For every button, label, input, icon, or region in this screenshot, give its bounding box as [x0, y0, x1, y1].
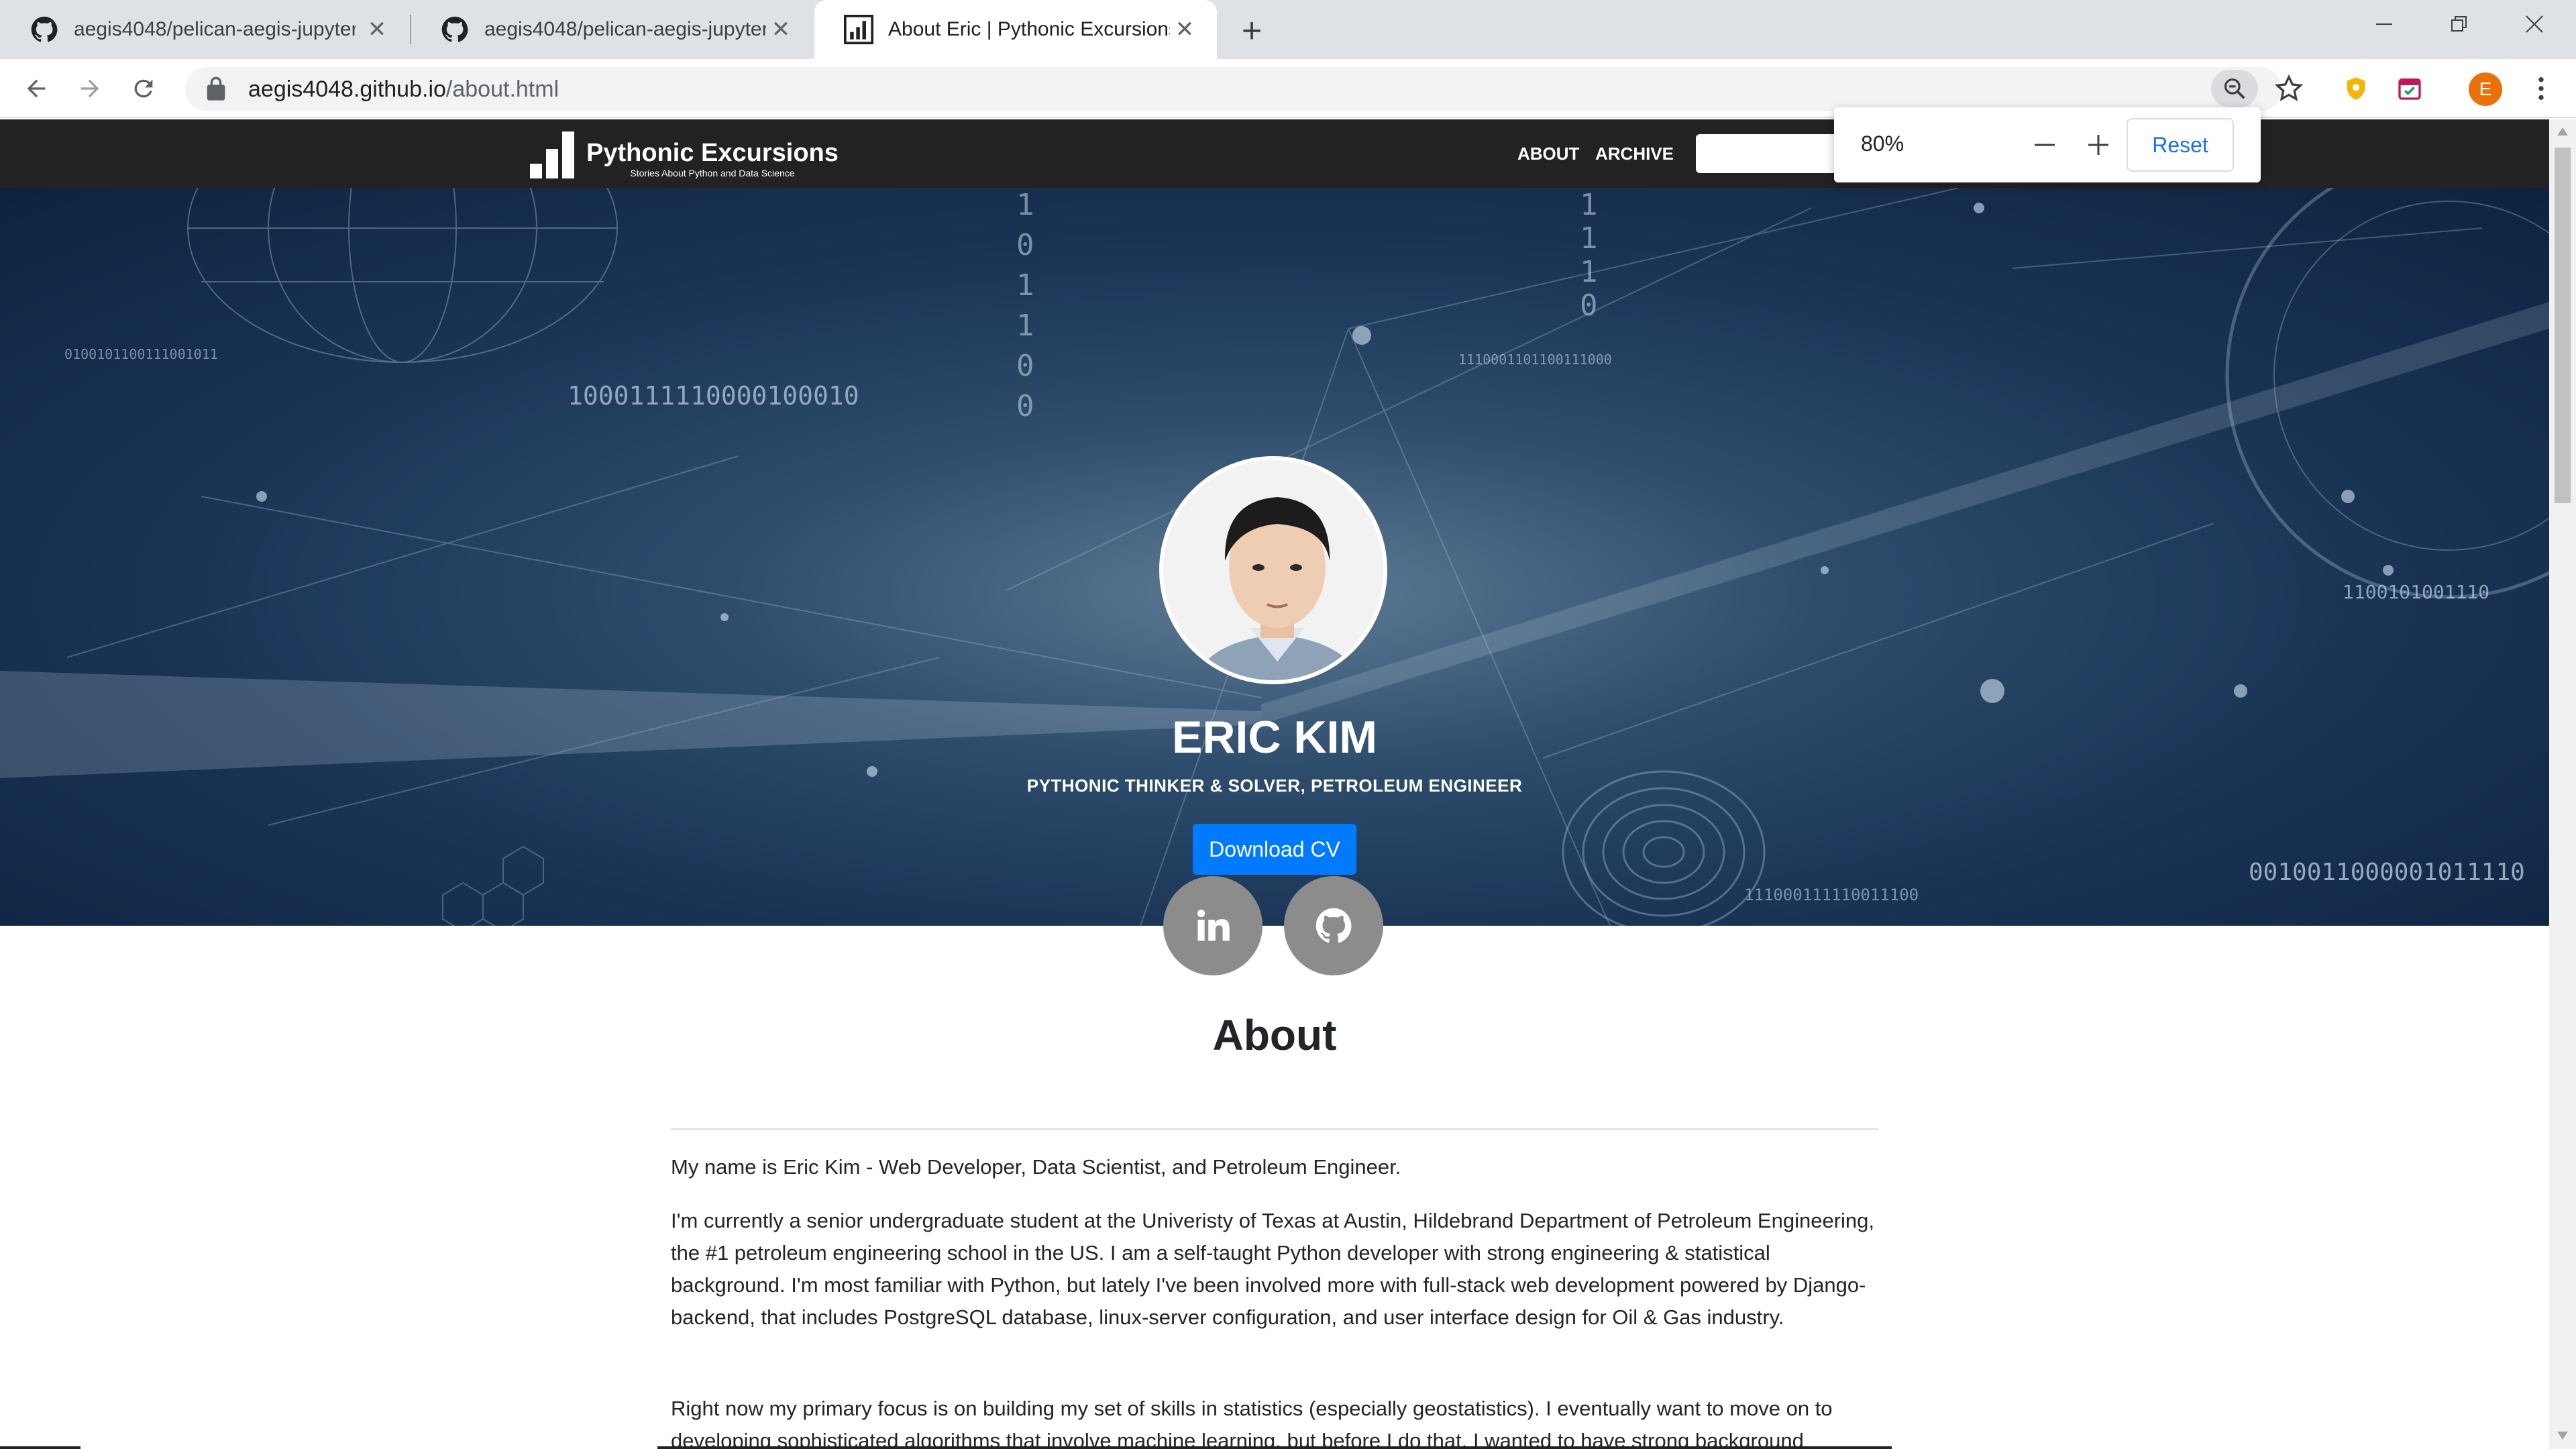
site-brand-link[interactable]: Pythonic Excursions Stories About Python… [530, 129, 839, 178]
about-heading: About [1212, 1011, 1337, 1059]
binary-text: 0100101100111001011 [64, 346, 218, 362]
about-paragraph: My name is Eric Kim - Web Developer, Dat… [671, 1155, 1401, 1179]
reload-button[interactable] [123, 68, 164, 109]
about-paragraph: Right now my primary focus is on buildin… [671, 1397, 1833, 1449]
hero-banner: 101 100 1110 1000111110000100010 0100101… [0, 188, 2549, 926]
zoom-popup: 80% Reset [1834, 107, 2261, 182]
profile-portrait [1159, 456, 1387, 684]
zoom-in-button[interactable] [2077, 123, 2120, 166]
url-text: aegis4048.github.io/about.html [248, 76, 559, 102]
restore-button[interactable] [2418, 0, 2501, 48]
arrow-left-icon [27, 79, 46, 98]
tab-title: aegis4048/pelican-aegis-jupyter- [74, 18, 356, 40]
extension-shield-button[interactable] [2339, 71, 2373, 106]
new-tab-button[interactable]: + [1232, 11, 1272, 51]
github-icon [441, 16, 468, 42]
lock-icon [207, 76, 225, 101]
zoom-indicator-button[interactable] [2211, 70, 2258, 107]
nav-link-about[interactable]: ABOUT [1517, 144, 1579, 164]
svg-text:1: 1 [1016, 268, 1034, 303]
hero-subtitle: PYTHONIC THINKER & SOLVER, PETROLEUM ENG… [1026, 775, 1523, 796]
brand-tagline: Stories About Python and Data Science [630, 168, 795, 178]
close-icon [2526, 15, 2543, 33]
minimize-icon [2376, 23, 2392, 25]
tab-title: About Eric | Pythonic Excursions [888, 18, 1170, 40]
svg-text:1: 1 [1016, 188, 1034, 222]
binary-text: 1000111110000100010 [568, 381, 859, 411]
scroll-down-arrow-icon[interactable] [2557, 1432, 2568, 1440]
svg-text:0: 0 [1580, 288, 1598, 323]
hero-name: ERIC KIM [1172, 712, 1377, 763]
profile-avatar[interactable]: E [2469, 72, 2502, 106]
close-icon[interactable]: ✕ [362, 15, 392, 44]
tab-strip: aegis4048/pelican-aegis-jupyter- ✕ aegis… [0, 0, 2576, 59]
page-scrollbar[interactable] [2549, 119, 2576, 1449]
portrait-illustration [1163, 460, 1383, 680]
bookmark-button[interactable] [2271, 71, 2306, 106]
back-button[interactable] [16, 68, 56, 109]
arrow-right-icon [80, 79, 99, 98]
binary-text: 1110001101100111000 [1458, 352, 1612, 368]
kebab-menu-icon [2538, 77, 2544, 100]
plus-icon [2088, 135, 2108, 155]
svg-text:1: 1 [1580, 255, 1598, 289]
window-close-button[interactable] [2493, 0, 2576, 48]
github-icon [31, 16, 58, 42]
bottom-edge-line [0, 1446, 80, 1449]
brand-logo-icon [530, 129, 574, 178]
browser-menu-button[interactable] [2524, 71, 2559, 106]
svg-text:0: 0 [1016, 228, 1034, 262]
forward-button[interactable] [70, 68, 110, 109]
nav-link-archive[interactable]: ARCHIVE [1595, 144, 1674, 164]
zoom-out-magnifier-icon [2224, 78, 2245, 99]
extension-calendar-button[interactable] [2392, 71, 2427, 106]
svg-text:1: 1 [1016, 309, 1034, 343]
svg-text:1: 1 [1580, 188, 1598, 222]
address-bar[interactable]: aegis4048.github.io/about.html [185, 67, 2282, 111]
svg-text:0: 0 [1016, 389, 1034, 423]
site-favicon-icon [844, 15, 873, 44]
binary-text: 1100101001110 [2343, 581, 2490, 603]
svg-text:0: 0 [1016, 349, 1034, 383]
brand-name: Pythonic Excursions [586, 139, 839, 167]
star-icon [2274, 74, 2304, 101]
reload-icon [134, 79, 153, 98]
section-divider [671, 1128, 1878, 1130]
scroll-up-arrow-icon[interactable] [2557, 127, 2568, 136]
minimize-button[interactable] [2343, 0, 2426, 48]
binary-text: 0010011000001011110 [2249, 859, 2525, 886]
zoom-out-button[interactable] [2023, 123, 2066, 166]
scrollbar-thumb[interactable] [2555, 148, 2571, 503]
tab-about-eric[interactable]: About Eric | Pythonic Excursions ✕ [814, 0, 1217, 59]
about-paragraph: I'm currently a senior undergraduate stu… [671, 1209, 1874, 1329]
bottom-edge-line [657, 1446, 1892, 1449]
tab-github-2[interactable]: aegis4048/pelican-aegis-jupyter- ✕ [411, 0, 813, 59]
shield-extension-icon [2347, 77, 2365, 100]
tab-github-1[interactable]: aegis4048/pelican-aegis-jupyter- ✕ [0, 0, 409, 59]
linkedin-button[interactable] [1163, 876, 1263, 975]
calendar-extension-icon [2398, 78, 2421, 100]
zoom-reset-button[interactable]: Reset [2127, 118, 2234, 172]
close-icon[interactable]: ✕ [1170, 15, 1199, 44]
linkedin-icon [1197, 909, 1230, 941]
github-icon [1316, 908, 1352, 943]
svg-text:1: 1 [1580, 221, 1598, 256]
binary-text: 111000111110011100 [1744, 885, 1919, 904]
page-viewport: Pythonic Excursions Stories About Python… [0, 119, 2549, 1449]
restore-icon [2451, 16, 2467, 32]
github-profile-button[interactable] [1284, 876, 1383, 975]
download-cv-button[interactable]: Download CV [1193, 824, 1356, 875]
minus-icon [2035, 144, 2055, 146]
tab-title: aegis4048/pelican-aegis-jupyter- [484, 18, 766, 40]
close-icon[interactable]: ✕ [766, 15, 796, 44]
zoom-level: 80% [1861, 131, 1904, 156]
